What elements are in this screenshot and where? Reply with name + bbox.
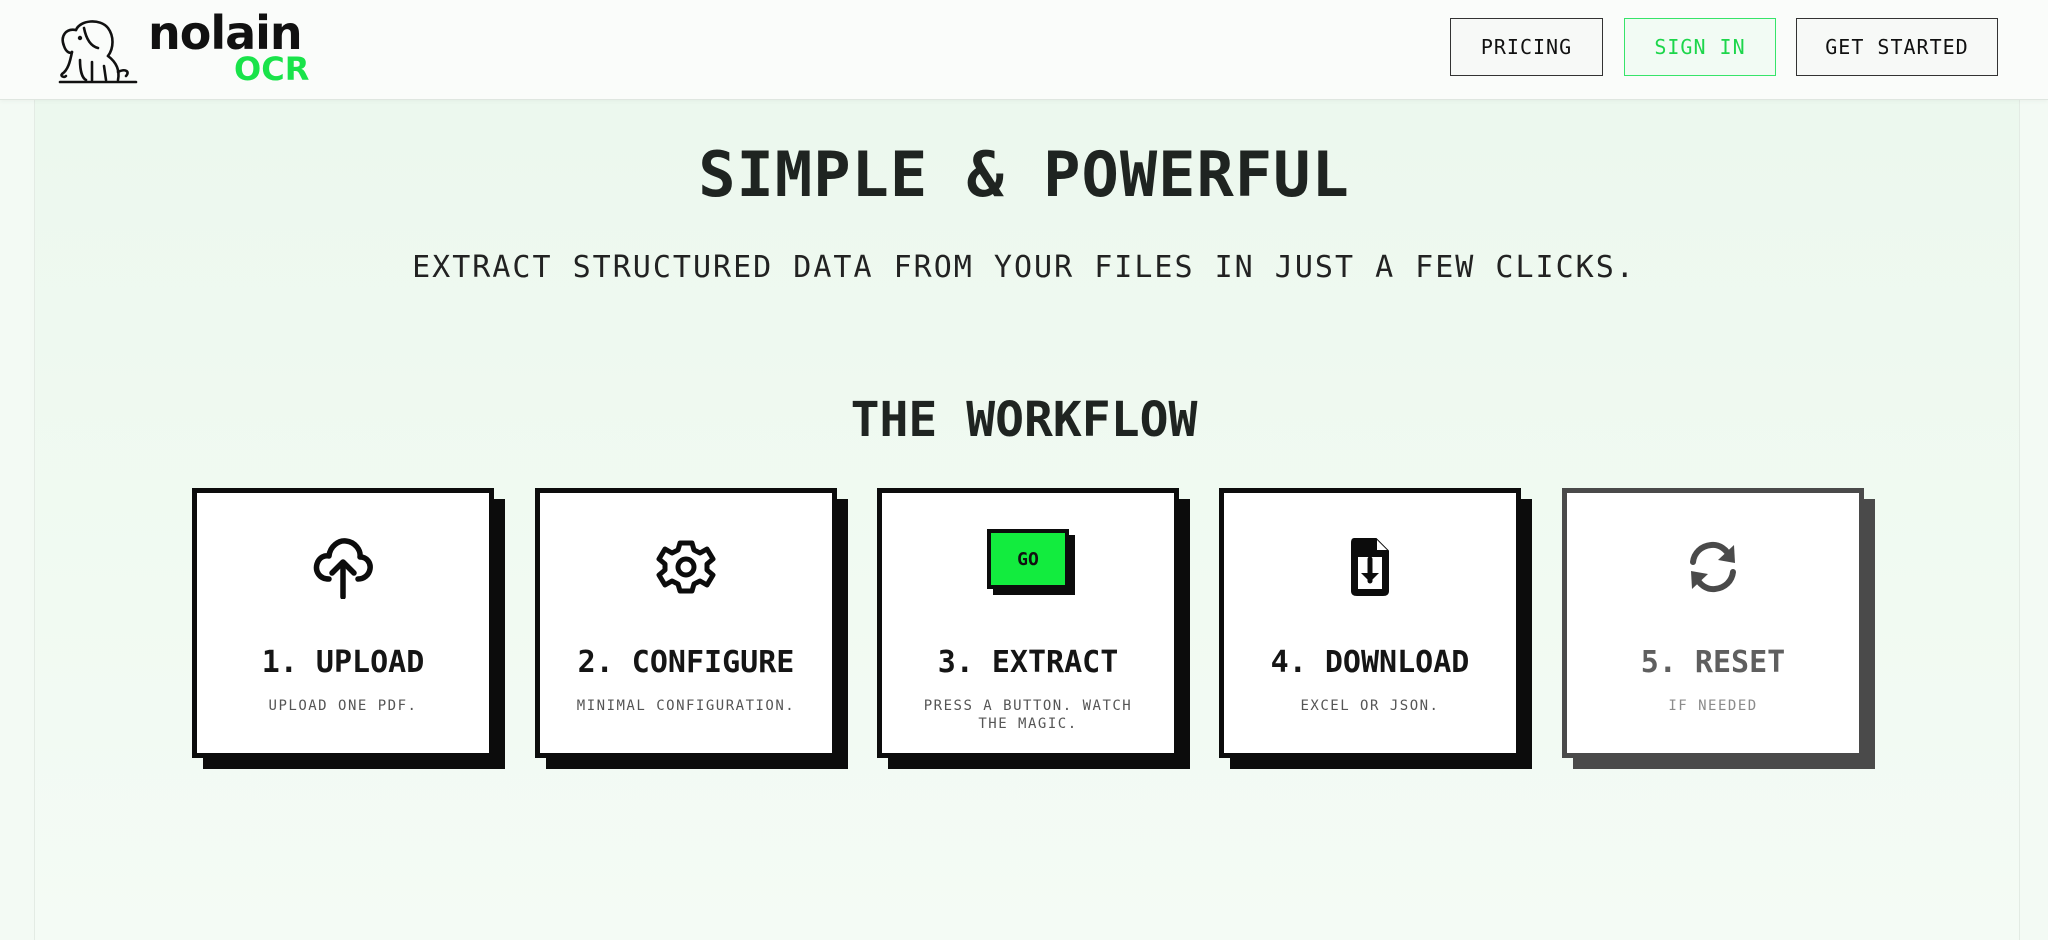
hero-subtitle: EXTRACT STRUCTURED DATA FROM YOUR FILES … (412, 250, 1636, 285)
step-description: MINIMAL CONFIGURATION. (576, 698, 796, 714)
cloud-upload-icon (313, 538, 373, 599)
gear-icon (656, 540, 716, 594)
step-description: EXCEL OR JSON. (1300, 698, 1440, 714)
brand-logo[interactable]: nolain OCR (56, 6, 326, 88)
file-download-icon (1351, 538, 1389, 596)
go-button-icon: GO (987, 529, 1069, 589)
get-started-button[interactable]: GET STARTED (1796, 18, 1998, 76)
refresh-icon (1690, 541, 1736, 593)
step-title: 5. RESET (1640, 645, 1786, 680)
workflow-step-download[interactable]: 4. DOWNLOAD EXCEL OR JSON. (1219, 488, 1521, 758)
hero-title: SIMPLE & POWERFUL (698, 138, 1350, 211)
step-description: UPLOAD ONE PDF. (268, 698, 418, 714)
workflow-step-upload[interactable]: 1. UPLOAD UPLOAD ONE PDF. (192, 488, 494, 758)
sign-in-button[interactable]: SIGN IN (1624, 18, 1776, 76)
step-title: 4. DOWNLOAD (1270, 645, 1470, 680)
workflow-step-extract[interactable]: GO 3. EXTRACT PRESS A BUTTON. WATCH THE … (877, 488, 1179, 758)
step-description: PRESS A BUTTON. WATCH THE MAGIC. (923, 698, 1133, 732)
site-header: nolain OCR PRICING SIGN IN GET STARTED (0, 0, 2048, 100)
workflow-title: THE WORKFLOW (850, 392, 1198, 448)
workflow-step-reset[interactable]: 5. RESET IF NEEDED (1562, 488, 1864, 758)
pricing-button[interactable]: PRICING (1450, 18, 1603, 76)
step-title: 2. CONFIGURE (577, 645, 795, 680)
elephant-logo-icon (58, 20, 138, 84)
step-title: 3. EXTRACT (937, 645, 1119, 680)
step-description: IF NEEDED (1668, 698, 1758, 714)
brand-sub: OCR (234, 50, 310, 88)
step-title: 1. UPLOAD (261, 645, 425, 680)
workflow-step-configure[interactable]: 2. CONFIGURE MINIMAL CONFIGURATION. (535, 488, 837, 758)
